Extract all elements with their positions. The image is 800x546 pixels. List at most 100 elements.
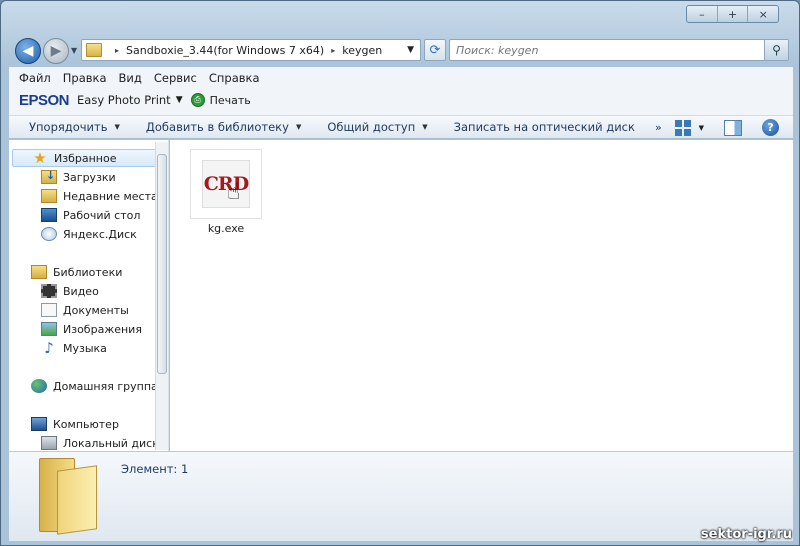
nav-label: Музыка <box>63 341 107 355</box>
share-label: Общий доступ <box>327 120 416 134</box>
maximize-button[interactable]: + <box>718 6 749 22</box>
chevron-right-icon[interactable]: ▸ <box>115 46 119 55</box>
add-to-library-label: Добавить в библиотеку <box>145 120 289 134</box>
chevron-down-icon[interactable]: ▼ <box>699 124 704 132</box>
hand-cursor-icon: ☝ <box>227 180 241 205</box>
menu-bar: Файл Правка Вид Сервис Справка <box>9 67 793 89</box>
forward-button[interactable]: ▶ <box>43 38 69 64</box>
nav-label: Видео <box>63 284 99 298</box>
refresh-icon: ⟳ <box>429 42 441 58</box>
images-icon <box>41 322 57 336</box>
nav-desktop[interactable]: Рабочий стол <box>9 206 140 224</box>
documents-icon <box>41 303 57 317</box>
organize-button[interactable]: Упорядочить ▼ <box>29 120 120 134</box>
nav-images[interactable]: Изображения <box>9 320 142 338</box>
breadcrumb-sandboxie[interactable]: Sandboxie_3.44(for Windows 7 x64) <box>126 44 324 57</box>
details-pane: Элемент: 1 <box>9 451 793 541</box>
desktop-icon <box>41 208 57 222</box>
libraries-icon <box>31 265 47 279</box>
nav-downloads[interactable]: Загрузки <box>9 168 116 186</box>
view-mode-icon[interactable] <box>674 119 691 136</box>
caption-buttons: – + × <box>686 5 779 23</box>
print-button[interactable]: Печать <box>210 94 251 107</box>
more-commands-button[interactable]: » <box>655 121 662 134</box>
nav-label: Документы <box>63 303 129 317</box>
chevron-down-icon: ▼ <box>295 123 302 131</box>
nav-label: Локальный диск <box>63 436 159 450</box>
nav-label: Недавние места <box>63 189 158 203</box>
item-count: Элемент: 1 <box>121 462 189 476</box>
organize-label: Упорядочить <box>29 120 108 134</box>
nav-scrollbar[interactable] <box>155 142 168 450</box>
exe-icon: CRD <box>202 160 250 208</box>
search-icon: ⚲ <box>772 43 781 57</box>
burn-button[interactable]: Записать на оптический диск <box>454 120 635 134</box>
recent-places-icon <box>41 189 57 203</box>
nav-label: Домашняя группа <box>53 379 158 393</box>
menu-edit[interactable]: Правка <box>63 71 107 85</box>
explorer-window: – + × ◀ ▶ ▼ ▸ Sandboxie_3.44(for Windows… <box>0 0 800 546</box>
nav-local-disk[interactable]: Локальный диск <box>9 434 159 451</box>
folder-icon <box>35 458 105 535</box>
chevron-down-icon: ▼ <box>114 123 120 131</box>
nav-label: Избранное <box>54 151 117 165</box>
music-note-icon: ♪ <box>44 339 54 357</box>
help-icon[interactable]: ? <box>762 119 779 136</box>
preview-pane-icon[interactable] <box>724 119 742 136</box>
arrow-left-icon: ◀ <box>22 43 34 59</box>
nav-label: Библиотеки <box>53 265 123 279</box>
add-to-library-button[interactable]: Добавить в библиотеку ▼ <box>146 120 301 134</box>
view-controls: ▼ ? <box>674 119 779 136</box>
close-button[interactable]: × <box>748 6 778 22</box>
minimize-button[interactable]: – <box>687 6 718 22</box>
file-list[interactable]: CRD ☝ kg.exe <box>170 140 793 451</box>
chevron-down-icon: ▼ <box>422 123 428 131</box>
watermark: sektor-igr.ru <box>700 527 792 542</box>
menu-tools[interactable]: Сервис <box>154 71 197 85</box>
menu-view[interactable]: Вид <box>119 71 142 85</box>
share-button[interactable]: Общий доступ ▼ <box>327 120 427 134</box>
video-icon <box>41 284 57 298</box>
nav-yandex-disk[interactable]: Яндекс.Диск <box>9 225 137 243</box>
nav-video[interactable]: Видео <box>9 282 99 300</box>
breadcrumb-keygen[interactable]: keygen <box>342 44 382 57</box>
address-dropdown-icon[interactable]: ▼ <box>407 45 414 55</box>
scrollbar-thumb[interactable] <box>157 154 167 374</box>
print-icon: ⎙ <box>190 93 205 107</box>
recent-pages-dropdown[interactable]: ▼ <box>71 46 77 55</box>
nav-label: Рабочий стол <box>63 208 141 222</box>
star-icon: ★ <box>33 149 47 167</box>
homegroup-icon <box>31 379 47 393</box>
address-bar[interactable]: ▸ Sandboxie_3.44(for Windows 7 x64) ▸ ke… <box>81 39 421 61</box>
yandex-disk-icon <box>41 227 57 241</box>
nav-label: Яндекс.Диск <box>63 227 137 241</box>
navigation-pane: ★ Избранное Загрузки Недавние места Рабо… <box>9 140 169 451</box>
epson-toolbar: EPSON Easy Photo Print ▼ ⎙ Печать <box>9 89 793 111</box>
search-input[interactable] <box>450 40 750 60</box>
refresh-button[interactable]: ⟳ <box>424 39 446 61</box>
folder-icon <box>86 43 102 57</box>
file-thumbnail[interactable]: CRD ☝ <box>190 149 262 219</box>
menu-file[interactable]: Файл <box>19 71 51 85</box>
search-button[interactable]: ⚲ <box>764 40 788 60</box>
nav-libraries[interactable]: Библиотеки <box>9 263 122 281</box>
nav-favorites[interactable]: ★ Избранное <box>12 149 158 167</box>
menu-area: Файл Правка Вид Сервис Справка EPSON Eas… <box>9 67 793 115</box>
navigation-row: ◀ ▶ ▼ ▸ Sandboxie_3.44(for Windows 7 x64… <box>13 37 789 65</box>
nav-recent-places[interactable]: Недавние места <box>9 187 158 205</box>
nav-music[interactable]: ♪ Музыка <box>9 339 107 357</box>
nav-computer[interactable]: Компьютер <box>9 415 119 433</box>
back-button[interactable]: ◀ <box>15 38 41 64</box>
search-box: ⚲ <box>449 39 789 61</box>
nav-homegroup[interactable]: Домашняя группа <box>9 377 158 395</box>
arrow-right-icon: ▶ <box>50 43 62 59</box>
chevron-right-icon[interactable]: ▸ <box>331 46 335 55</box>
nav-label: Изображения <box>63 322 142 336</box>
file-name[interactable]: kg.exe <box>208 222 244 235</box>
easy-photo-print-button[interactable]: Easy Photo Print <box>77 93 171 107</box>
command-bar: Упорядочить ▼ Добавить в библиотеку ▼ Об… <box>9 115 793 139</box>
file-item[interactable]: CRD ☝ kg.exe <box>189 149 263 239</box>
menu-help[interactable]: Справка <box>209 71 260 85</box>
nav-documents[interactable]: Документы <box>9 301 129 319</box>
chevron-down-icon[interactable]: ▼ <box>176 95 183 105</box>
